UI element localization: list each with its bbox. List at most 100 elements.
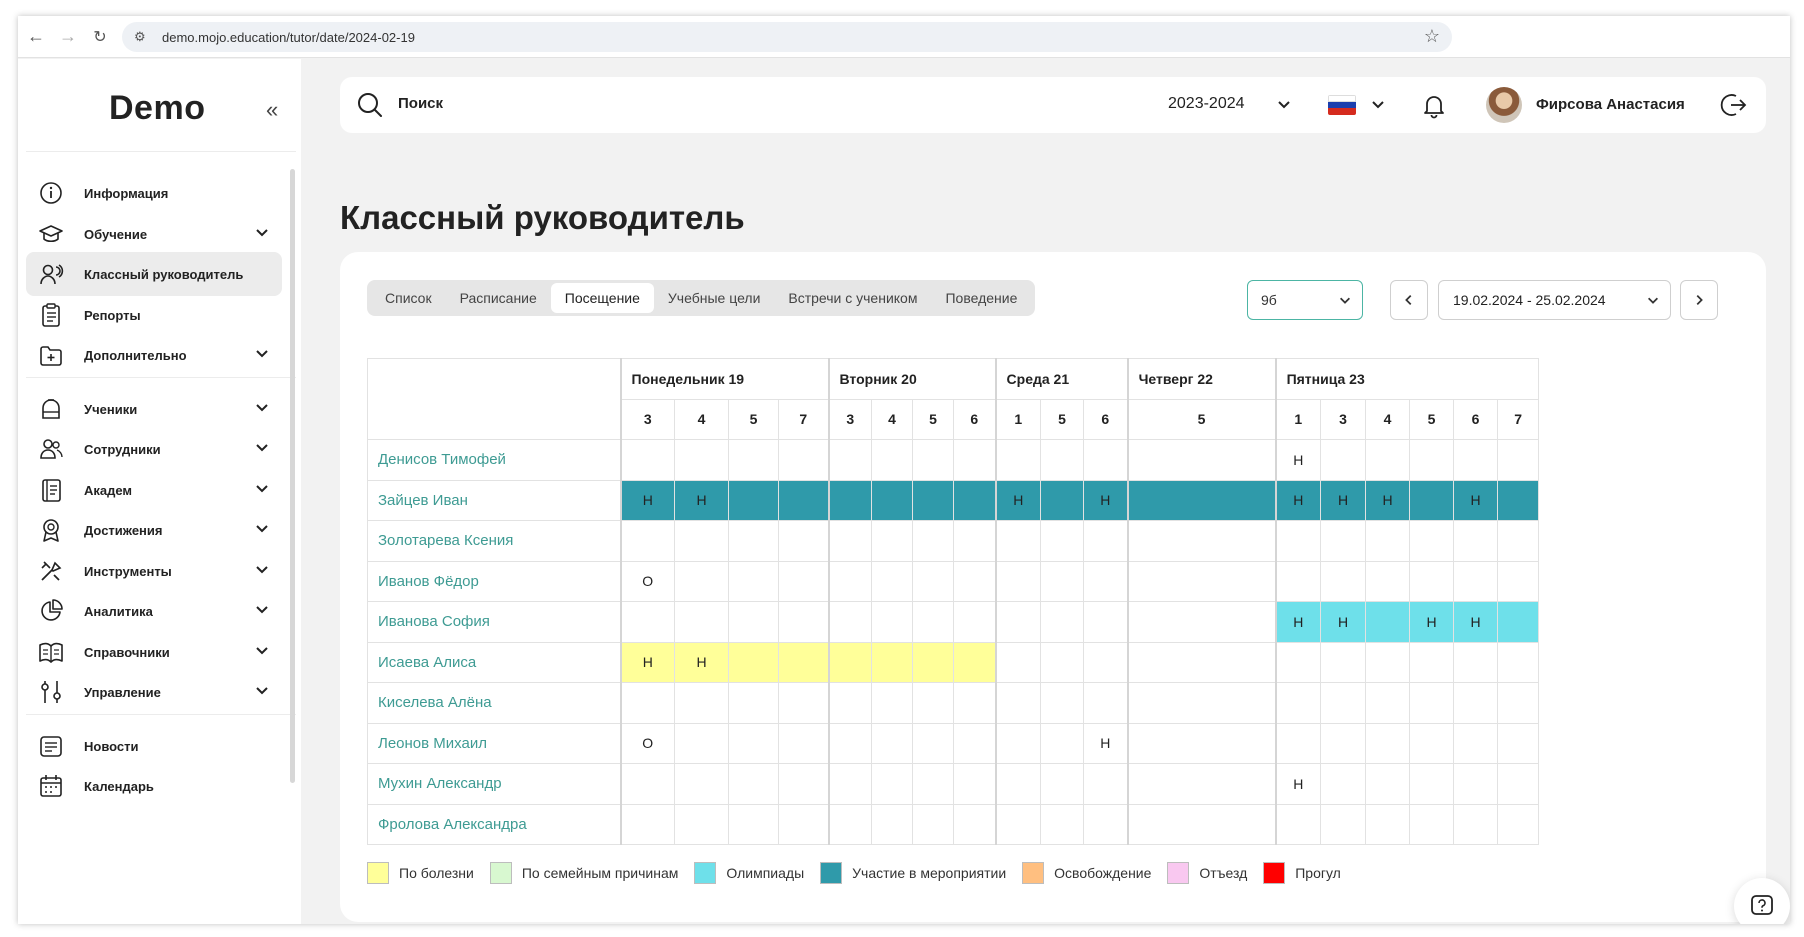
- attendance-cell[interactable]: Н: [1274, 439, 1322, 481]
- attendance-cell[interactable]: [994, 682, 1042, 724]
- attendance-cell[interactable]: [952, 763, 997, 805]
- attendance-cell[interactable]: [1497, 722, 1540, 764]
- russian-flag-icon[interactable]: [1328, 95, 1356, 115]
- attendance-cell[interactable]: [1320, 803, 1367, 845]
- attendance-cell[interactable]: [912, 803, 954, 845]
- attendance-cell[interactable]: [952, 439, 997, 481]
- attendance-cell[interactable]: [1409, 722, 1455, 764]
- attendance-cell[interactable]: [952, 803, 997, 845]
- chevron-down-icon[interactable]: [254, 439, 270, 455]
- attendance-cell[interactable]: [994, 763, 1042, 805]
- avatar[interactable]: [1486, 87, 1522, 123]
- attendance-cell[interactable]: [778, 439, 829, 481]
- collapse-sidebar-icon[interactable]: «: [266, 97, 278, 123]
- attendance-cell[interactable]: [778, 763, 829, 805]
- logout-icon[interactable]: [1720, 91, 1748, 119]
- chevron-down-icon[interactable]: [1276, 96, 1292, 112]
- attendance-cell[interactable]: [1453, 641, 1499, 683]
- attendance-cell[interactable]: [728, 560, 779, 602]
- attendance-cell[interactable]: [1497, 803, 1540, 845]
- attendance-cell[interactable]: [778, 601, 829, 643]
- attendance-cell[interactable]: [1083, 439, 1129, 481]
- attendance-cell[interactable]: [994, 439, 1042, 481]
- attendance-cell[interactable]: [1320, 722, 1367, 764]
- attendance-cell[interactable]: [912, 479, 954, 521]
- attendance-cell[interactable]: [1126, 439, 1277, 481]
- attendance-cell[interactable]: [1453, 722, 1499, 764]
- attendance-cell[interactable]: [871, 682, 913, 724]
- chevron-down-icon[interactable]: [254, 642, 270, 658]
- attendance-cell[interactable]: [778, 641, 829, 683]
- tab[interactable]: Встречи с учеником: [774, 283, 931, 313]
- attendance-cell[interactable]: [827, 722, 872, 764]
- site-settings-icon[interactable]: ⚙: [134, 29, 146, 45]
- attendance-cell[interactable]: [1365, 722, 1411, 764]
- help-button[interactable]: [1734, 878, 1790, 924]
- sidebar-item[interactable]: Новости: [26, 724, 282, 768]
- attendance-cell[interactable]: Н: [994, 479, 1042, 521]
- attendance-cell[interactable]: [871, 763, 913, 805]
- attendance-cell[interactable]: [1409, 560, 1455, 602]
- attendance-cell[interactable]: Н: [1274, 601, 1322, 643]
- attendance-cell[interactable]: [1320, 560, 1367, 602]
- attendance-cell[interactable]: [994, 641, 1042, 683]
- chevron-down-icon[interactable]: [254, 561, 270, 577]
- attendance-cell[interactable]: [1365, 682, 1411, 724]
- attendance-cell[interactable]: Н: [1274, 763, 1322, 805]
- student-name-link[interactable]: Зайцев Иван: [367, 479, 621, 521]
- attendance-cell[interactable]: Н: [619, 641, 675, 683]
- attendance-cell[interactable]: [1409, 763, 1455, 805]
- attendance-cell[interactable]: [912, 520, 954, 562]
- attendance-cell[interactable]: [952, 520, 997, 562]
- tab[interactable]: Расписание: [446, 283, 551, 313]
- attendance-cell[interactable]: [778, 803, 829, 845]
- attendance-cell[interactable]: [912, 763, 954, 805]
- attendance-cell[interactable]: [778, 722, 829, 764]
- attendance-cell[interactable]: [1497, 763, 1540, 805]
- attendance-cell[interactable]: [827, 479, 872, 521]
- attendance-cell[interactable]: [1083, 803, 1129, 845]
- attendance-cell[interactable]: [1083, 682, 1129, 724]
- chevron-down-icon[interactable]: [254, 682, 270, 698]
- attendance-cell[interactable]: [871, 601, 913, 643]
- attendance-cell[interactable]: [871, 560, 913, 602]
- attendance-cell[interactable]: [1409, 520, 1455, 562]
- attendance-cell[interactable]: [1126, 601, 1277, 643]
- attendance-cell[interactable]: [952, 722, 997, 764]
- attendance-cell[interactable]: [1274, 520, 1322, 562]
- attendance-cell[interactable]: [912, 601, 954, 643]
- attendance-cell[interactable]: [827, 439, 872, 481]
- date-range-select[interactable]: 19.02.2024 - 25.02.2024: [1438, 280, 1671, 320]
- sidebar-item[interactable]: Инструменты: [26, 549, 282, 593]
- student-name-link[interactable]: Фролова Александра: [367, 803, 621, 845]
- logo[interactable]: Demo: [109, 89, 205, 128]
- attendance-cell[interactable]: [1083, 520, 1129, 562]
- attendance-cell[interactable]: [871, 641, 913, 683]
- student-name-link[interactable]: Денисов Тимофей: [367, 439, 621, 481]
- attendance-cell[interactable]: [871, 803, 913, 845]
- attendance-cell[interactable]: [1083, 641, 1129, 683]
- attendance-cell[interactable]: [728, 722, 779, 764]
- attendance-cell[interactable]: [912, 560, 954, 602]
- attendance-cell[interactable]: [994, 560, 1042, 602]
- attendance-cell[interactable]: [827, 682, 872, 724]
- attendance-cell[interactable]: [778, 479, 829, 521]
- attendance-cell[interactable]: [1274, 722, 1322, 764]
- attendance-cell[interactable]: [1320, 641, 1367, 683]
- attendance-cell[interactable]: [674, 803, 729, 845]
- student-name-link[interactable]: Мухин Александр: [367, 763, 621, 805]
- attendance-cell[interactable]: О: [619, 560, 675, 602]
- attendance-cell[interactable]: [728, 803, 779, 845]
- sidebar-item[interactable]: Сотрудники: [26, 427, 282, 471]
- attendance-cell[interactable]: [1040, 520, 1085, 562]
- attendance-cell[interactable]: [1409, 682, 1455, 724]
- attendance-cell[interactable]: [1083, 763, 1129, 805]
- attendance-cell[interactable]: Н: [1453, 601, 1499, 643]
- attendance-cell[interactable]: [1083, 601, 1129, 643]
- attendance-cell[interactable]: [1040, 803, 1085, 845]
- attendance-cell[interactable]: [1497, 682, 1540, 724]
- chevron-down-icon[interactable]: [254, 399, 270, 415]
- attendance-cell[interactable]: [1274, 682, 1322, 724]
- attendance-cell[interactable]: [952, 479, 997, 521]
- sidebar-item[interactable]: Репорты: [26, 293, 282, 337]
